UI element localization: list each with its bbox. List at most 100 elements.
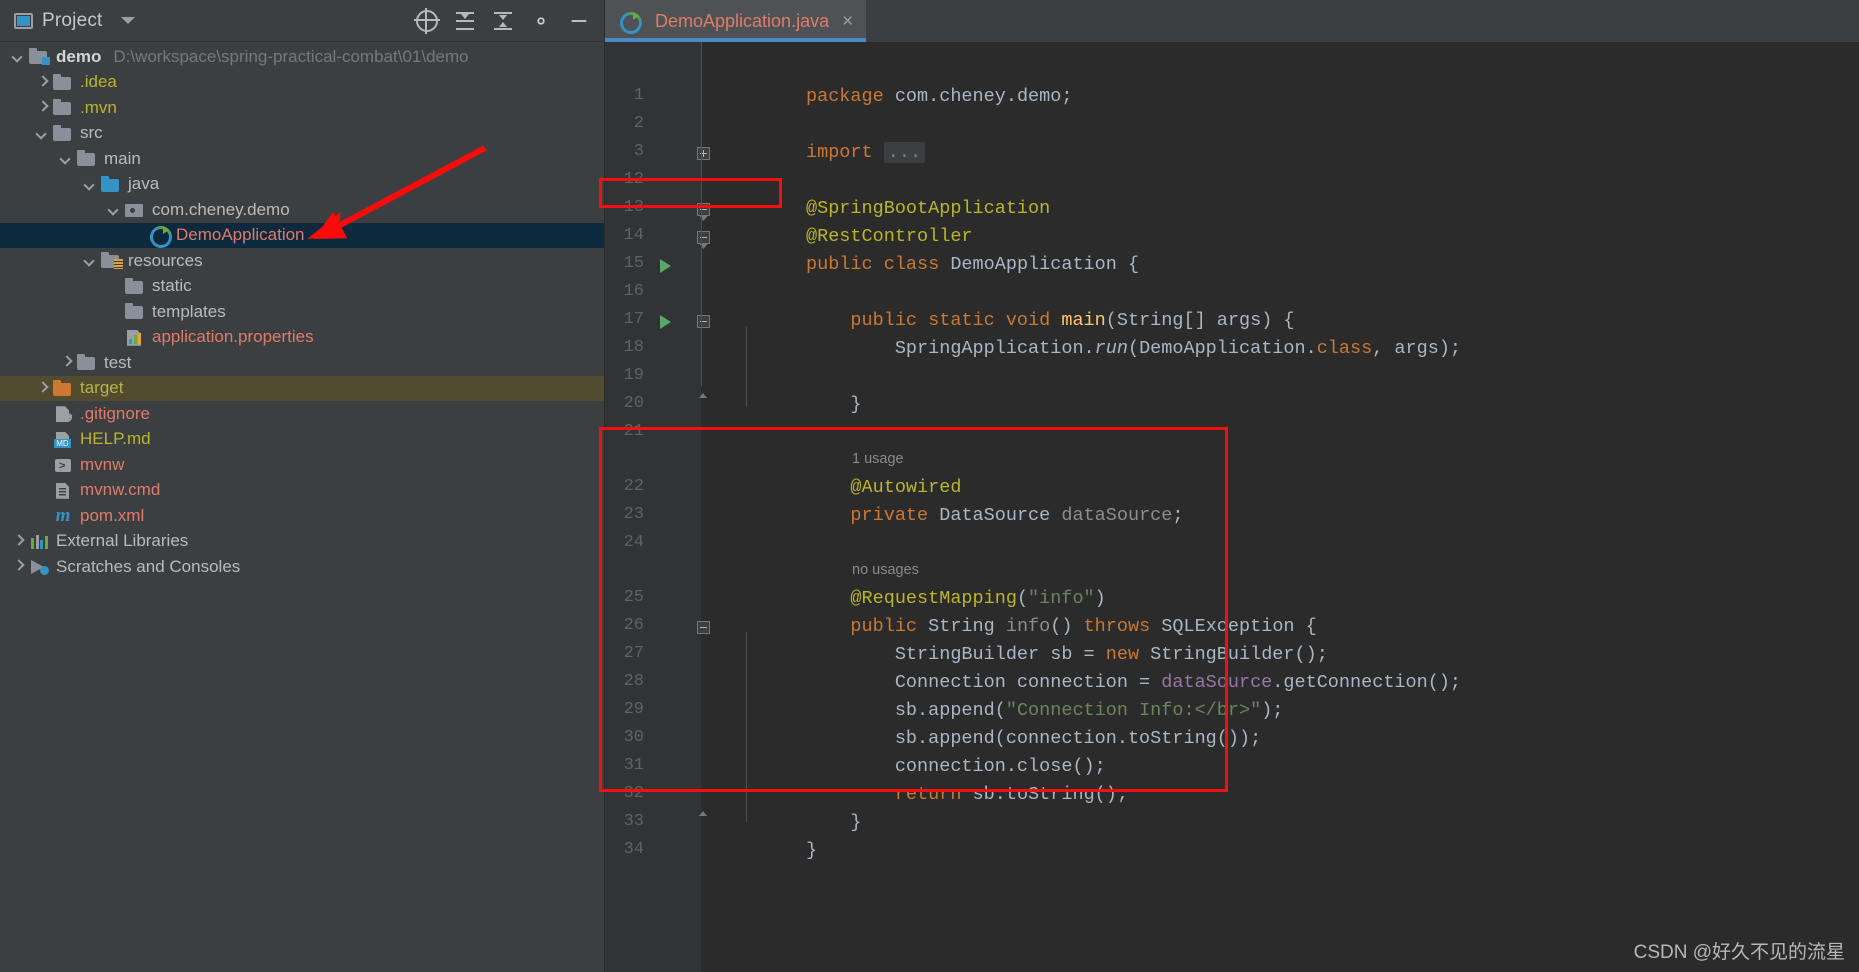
line-number: 27 bbox=[623, 644, 644, 663]
code-token: @Autowired bbox=[806, 477, 962, 498]
folder-icon bbox=[53, 124, 73, 142]
line-number: 31 bbox=[623, 756, 644, 775]
code-token: (String[] args) { bbox=[1105, 310, 1295, 331]
folder-icon bbox=[125, 303, 145, 320]
code-token: "Connection Info:</br>" bbox=[1005, 700, 1262, 721]
editor-scrollbar[interactable] bbox=[1845, 84, 1859, 972]
run-gutter-icon[interactable] bbox=[660, 315, 671, 329]
tree-item-pom-xml[interactable]: m pom.xml bbox=[0, 503, 604, 529]
code-token: ) bbox=[1094, 588, 1106, 609]
tree-item-target[interactable]: target bbox=[0, 375, 604, 401]
tree-item-mvn[interactable]: .mvn bbox=[0, 95, 604, 121]
line-number: 30 bbox=[623, 728, 644, 747]
shell-script-icon: > bbox=[53, 456, 73, 473]
code-token: run bbox=[1094, 338, 1128, 359]
close-icon[interactable]: × bbox=[842, 12, 853, 31]
code-editor[interactable]: 1 2 3 12 13 14 15 16 17 18 19 20 21 22 23 24 25 26 27 28 29 3… bbox=[605, 42, 1859, 972]
code-token: info bbox=[1005, 616, 1051, 637]
tree-item-label: java bbox=[128, 174, 160, 194]
locate-icon[interactable] bbox=[414, 7, 440, 34]
folded-imports-placeholder[interactable]: ... bbox=[883, 142, 926, 163]
tree-item-demo[interactable]: demo D:\workspace\spring-practical-combat… bbox=[0, 44, 604, 70]
chevron-right-icon[interactable] bbox=[36, 382, 49, 395]
chevron-down-icon[interactable] bbox=[60, 152, 73, 165]
code-token: sb.append( bbox=[806, 700, 1006, 721]
line-number: 12 bbox=[623, 170, 644, 189]
cmd-script-icon bbox=[53, 482, 73, 499]
run-gutter-icon[interactable] bbox=[660, 259, 671, 273]
tree-item-path: D:\workspace\spring-practical-combat\01\… bbox=[113, 46, 469, 66]
tree-item-label: demo bbox=[56, 46, 102, 66]
tree-item-application-properties[interactable]: application.properties bbox=[0, 325, 604, 351]
code-token: class bbox=[1316, 338, 1373, 359]
project-tree[interactable]: demo D:\workspace\spring-practical-combat… bbox=[0, 42, 604, 972]
indent-guide bbox=[701, 42, 702, 387]
tab-label: DemoApplication.java bbox=[655, 10, 830, 31]
code-token: sb.toString(); bbox=[972, 784, 1128, 805]
chevron-none-icon bbox=[36, 509, 49, 522]
code-line: public class DemoApplication { bbox=[806, 254, 1139, 275]
tree-item-demoapplication[interactable]: DemoApplication bbox=[0, 222, 604, 248]
code-token: "info" bbox=[1028, 588, 1095, 609]
usage-inlay-hint[interactable]: 1 usage bbox=[852, 451, 904, 467]
tree-item-label: resources bbox=[128, 250, 203, 270]
code-token: import bbox=[806, 142, 873, 163]
code-token: private bbox=[806, 505, 940, 526]
tree-item-idea[interactable]: .idea bbox=[0, 70, 604, 96]
tree-item-static[interactable]: static bbox=[0, 274, 604, 300]
libraries-icon bbox=[29, 533, 49, 550]
tree-item-help-md[interactable]: MD HELP.md bbox=[0, 427, 604, 453]
tree-item-com-cheney-demo[interactable]: com.cheney.demo bbox=[0, 197, 604, 223]
line-number: 26 bbox=[623, 616, 644, 635]
tree-item-src[interactable]: src bbox=[0, 121, 604, 147]
tree-item-external-libraries[interactable]: External Libraries bbox=[0, 529, 604, 555]
chevron-down-icon[interactable] bbox=[84, 254, 97, 267]
tree-item-test[interactable]: test bbox=[0, 350, 604, 376]
chevron-none-icon bbox=[36, 407, 49, 420]
tab-demoapplication-java[interactable]: DemoApplication.java × bbox=[605, 0, 867, 42]
chevron-right-icon[interactable] bbox=[12, 535, 25, 548]
tree-item-templates[interactable]: templates bbox=[0, 299, 604, 325]
chevron-right-icon[interactable] bbox=[60, 356, 73, 369]
chevron-right-icon[interactable] bbox=[36, 101, 49, 114]
code-line: StringBuilder sb = new StringBuilder(); bbox=[806, 644, 1328, 665]
maven-pom-icon: m bbox=[55, 505, 71, 527]
tree-item-label: src bbox=[80, 123, 103, 143]
chevron-down-icon[interactable] bbox=[120, 17, 135, 24]
tree-item-gitignore[interactable]: .gitignore bbox=[0, 401, 604, 427]
code-token: ); bbox=[1261, 700, 1284, 721]
tree-item-resources[interactable]: resources bbox=[0, 248, 604, 274]
line-number: 18 bbox=[623, 338, 644, 357]
chevron-down-icon[interactable] bbox=[84, 178, 97, 191]
collapse-all-icon[interactable] bbox=[492, 10, 514, 32]
tree-item-mvnw-cmd[interactable]: mvnw.cmd bbox=[0, 478, 604, 504]
code-line: } bbox=[806, 840, 817, 861]
chevron-none-icon bbox=[36, 458, 49, 471]
properties-file-icon bbox=[125, 329, 145, 346]
expand-all-icon[interactable] bbox=[454, 10, 476, 32]
chevron-right-icon[interactable] bbox=[36, 76, 49, 89]
tree-item-label: DemoApplication bbox=[176, 225, 305, 245]
tree-item-mvnw[interactable]: > mvnw bbox=[0, 452, 604, 478]
chevron-down-icon[interactable] bbox=[108, 203, 121, 216]
editor-area: DemoApplication.java × 1 2 3 12 13 14 15 16 17 18… bbox=[605, 0, 1859, 972]
minimize-icon[interactable] bbox=[568, 10, 590, 32]
code-content[interactable]: package com.cheney.demo; import ... @Sprin… bbox=[701, 42, 1859, 972]
tree-item-scratches-and-consoles[interactable]: Scratches and Consoles bbox=[0, 554, 604, 580]
chevron-right-icon[interactable] bbox=[12, 560, 25, 573]
chevron-down-icon[interactable] bbox=[12, 50, 25, 63]
line-number: 21 bbox=[623, 422, 644, 441]
chevron-down-icon[interactable] bbox=[36, 127, 49, 140]
code-line: import ... bbox=[806, 142, 926, 163]
settings-gear-icon[interactable] bbox=[530, 10, 552, 32]
code-token: (DemoApplication. bbox=[1127, 338, 1317, 359]
code-token: () bbox=[1050, 616, 1084, 637]
usage-inlay-hint[interactable]: no usages bbox=[852, 562, 919, 578]
code-token: return bbox=[894, 784, 973, 805]
tree-item-java[interactable]: java bbox=[0, 172, 604, 198]
code-line: public static void main(String[] args) { bbox=[806, 310, 1295, 331]
package-icon bbox=[125, 201, 145, 218]
tree-item-main[interactable]: main bbox=[0, 146, 604, 172]
editor-gutter[interactable]: 1 2 3 12 13 14 15 16 17 18 19 20 21 22 23 24 25 26 27 28 29 3… bbox=[605, 42, 710, 972]
